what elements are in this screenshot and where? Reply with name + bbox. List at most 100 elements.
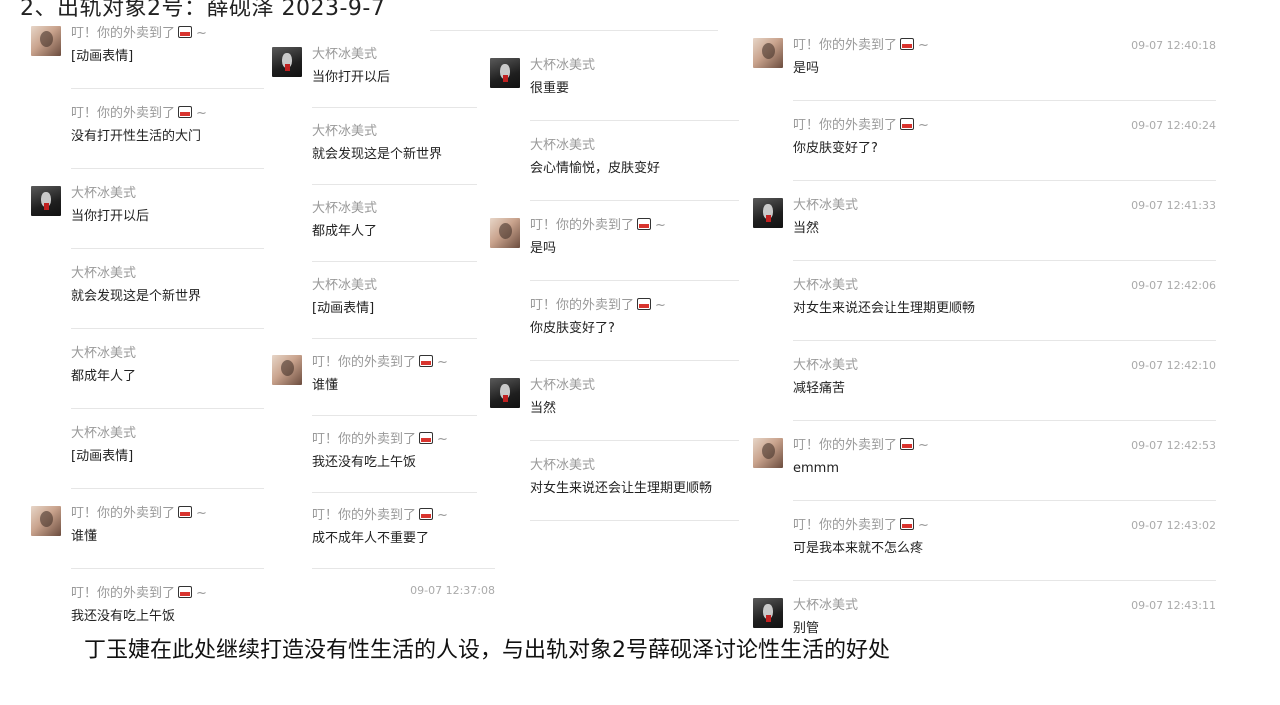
takeout-box-icon	[637, 298, 652, 310]
message-text: 都成年人了	[71, 369, 137, 384]
sender-name: 大杯冰美式	[530, 138, 596, 153]
chat-message: 叮！你的外卖到了 ~ 没有打开性生活的大门	[71, 104, 264, 184]
message-timestamp: 09-07 12:43:11	[1131, 599, 1216, 612]
divider	[530, 520, 739, 521]
avatar-woman[interactable]	[490, 218, 520, 248]
avatar-woman[interactable]	[31, 26, 61, 56]
sender-name: 叮！你的外卖到了 ~	[71, 106, 207, 121]
message-timestamp: 09-07 12:42:10	[1131, 359, 1216, 372]
sender-name: 叮！你的外卖到了 ~	[793, 518, 929, 533]
message-timestamp: 09-07 12:42:06	[1131, 279, 1216, 292]
avatar-woman[interactable]	[272, 355, 302, 385]
sender-name: 叮！你的外卖到了 ~	[71, 26, 207, 41]
message-text: 我还没有吃上午饭	[71, 609, 176, 624]
divider	[312, 261, 477, 262]
chat-message: 叮！你的外卖到了 ~ 我还没有吃上午饭	[312, 430, 477, 510]
chat-message: 叮！你的外卖到了 ~ 09-07 12:43:02 可是我本来就不怎么疼	[793, 516, 1216, 596]
divider	[312, 568, 495, 569]
message-text: 是吗	[530, 241, 557, 256]
chat-message: 大杯冰美式 对女生来说还会让生理期更顺畅	[530, 456, 739, 536]
message-text: 可是我本来就不怎么疼	[793, 541, 924, 556]
divider	[430, 30, 718, 31]
divider	[312, 184, 477, 185]
message-timestamp: 09-07 12:37:08	[410, 584, 495, 597]
takeout-box-icon	[178, 586, 193, 598]
chat-message: 大杯冰美式 都成年人了	[312, 199, 477, 279]
divider	[793, 420, 1216, 421]
chat-message: 叮！你的外卖到了 ~ 09-07 12:40:18 是吗	[753, 36, 1216, 116]
sender-name: 大杯冰美式	[71, 186, 137, 201]
divider	[312, 415, 477, 416]
sender-name: 大杯冰美式	[530, 378, 596, 393]
sender-name: 大杯冰美式	[793, 358, 859, 373]
sender-name: 叮！你的外卖到了 ~	[312, 355, 448, 370]
sender-name: 叮！你的外卖到了 ~	[71, 586, 207, 601]
divider	[793, 500, 1216, 501]
caption: 丁玉婕在此处继续打造没有性生活的人设，与出轨对象2号薛砚泽讨论性生活的好处	[84, 638, 890, 663]
page-title: 2、出轨对象2号：薛砚泽 2023-9-7	[20, 0, 386, 21]
divider	[312, 338, 477, 339]
takeout-box-icon	[178, 106, 193, 118]
divider	[312, 492, 477, 493]
chat-message: 大杯冰美式 当你打开以后	[272, 45, 477, 125]
message-text: [动画表情]	[312, 301, 375, 316]
sender-name: 叮！你的外卖到了 ~	[793, 118, 929, 133]
sender-name: 叮！你的外卖到了 ~	[530, 218, 666, 233]
chat-message: 叮！你的外卖到了 ~ 你皮肤变好了?	[530, 296, 739, 376]
sender-name: 叮！你的外卖到了 ~	[793, 438, 929, 453]
message-text: 对女生来说还会让生理期更顺畅	[793, 301, 976, 316]
avatar-man[interactable]	[272, 47, 302, 77]
avatar-man[interactable]	[31, 186, 61, 216]
chat-message: 大杯冰美式 09-07 12:42:10 减轻痛苦	[793, 356, 1216, 436]
chat-message: 大杯冰美式 09-07 12:41:33 当然	[753, 196, 1216, 276]
sender-name: 大杯冰美式	[312, 201, 378, 216]
sender-name: 叮！你的外卖到了 ~	[530, 298, 666, 313]
sender-name: 大杯冰美式	[312, 278, 378, 293]
avatar-woman[interactable]	[753, 438, 783, 468]
chat-message: 叮！你的外卖到了 ~ 谁懂	[272, 353, 477, 433]
divider	[71, 248, 264, 249]
divider	[71, 168, 264, 169]
avatar-man[interactable]	[490, 58, 520, 88]
divider	[793, 580, 1216, 581]
divider	[793, 260, 1216, 261]
chat-message: 叮！你的外卖到了 ~ [动画表情]	[31, 24, 264, 104]
sender-name: 大杯冰美式	[312, 124, 378, 139]
takeout-box-icon	[419, 432, 434, 444]
chat-message: 叮！你的外卖到了 ~ 是吗	[490, 216, 739, 296]
message-text: 就会发现这是个新世界	[312, 147, 443, 162]
message-timestamp: 09-07 12:40:18	[1131, 39, 1216, 52]
sender-name: 大杯冰美式	[71, 346, 137, 361]
message-text: 成不成年人不重要了	[312, 531, 430, 546]
divider	[71, 568, 264, 569]
divider	[793, 100, 1216, 101]
message-text: 是吗	[793, 61, 820, 76]
sender-name: 大杯冰美式	[793, 198, 859, 213]
chat-message: 叮！你的外卖到了 ~ 09-07 12:42:53 emmm	[753, 436, 1216, 516]
message-timestamp: 09-07 12:43:02	[1131, 519, 1216, 532]
avatar-man[interactable]	[490, 378, 520, 408]
chat-message: 叮！你的外卖到了 ~ 09-07 12:40:24 你皮肤变好了?	[793, 116, 1216, 196]
divider	[530, 200, 739, 201]
avatar-man[interactable]	[753, 598, 783, 628]
chat-message: 大杯冰美式 都成年人了	[71, 344, 264, 424]
avatar-woman[interactable]	[753, 38, 783, 68]
avatar-man[interactable]	[753, 198, 783, 228]
sender-name: 大杯冰美式	[312, 47, 378, 62]
chat-message: 大杯冰美式 [动画表情]	[312, 276, 477, 356]
sender-name: 大杯冰美式	[71, 266, 137, 281]
divider	[530, 280, 739, 281]
divider	[71, 488, 264, 489]
avatar-woman[interactable]	[31, 506, 61, 536]
message-timestamp: 09-07 12:42:53	[1131, 439, 1216, 452]
message-text: [动画表情]	[71, 49, 134, 64]
chat-message: 叮！你的外卖到了 ~ 谁懂	[31, 504, 264, 584]
message-text: 当然	[530, 401, 557, 416]
sender-name: 叮！你的外卖到了 ~	[793, 38, 929, 53]
takeout-box-icon	[419, 355, 434, 367]
message-text: 会心情愉悦，皮肤变好	[530, 161, 661, 176]
takeout-box-icon	[637, 218, 652, 230]
chat-message: 大杯冰美式 会心情愉悦，皮肤变好	[530, 136, 739, 216]
chat-message: 大杯冰美式 就会发现这是个新世界	[71, 264, 264, 344]
message-text: 我还没有吃上午饭	[312, 455, 417, 470]
